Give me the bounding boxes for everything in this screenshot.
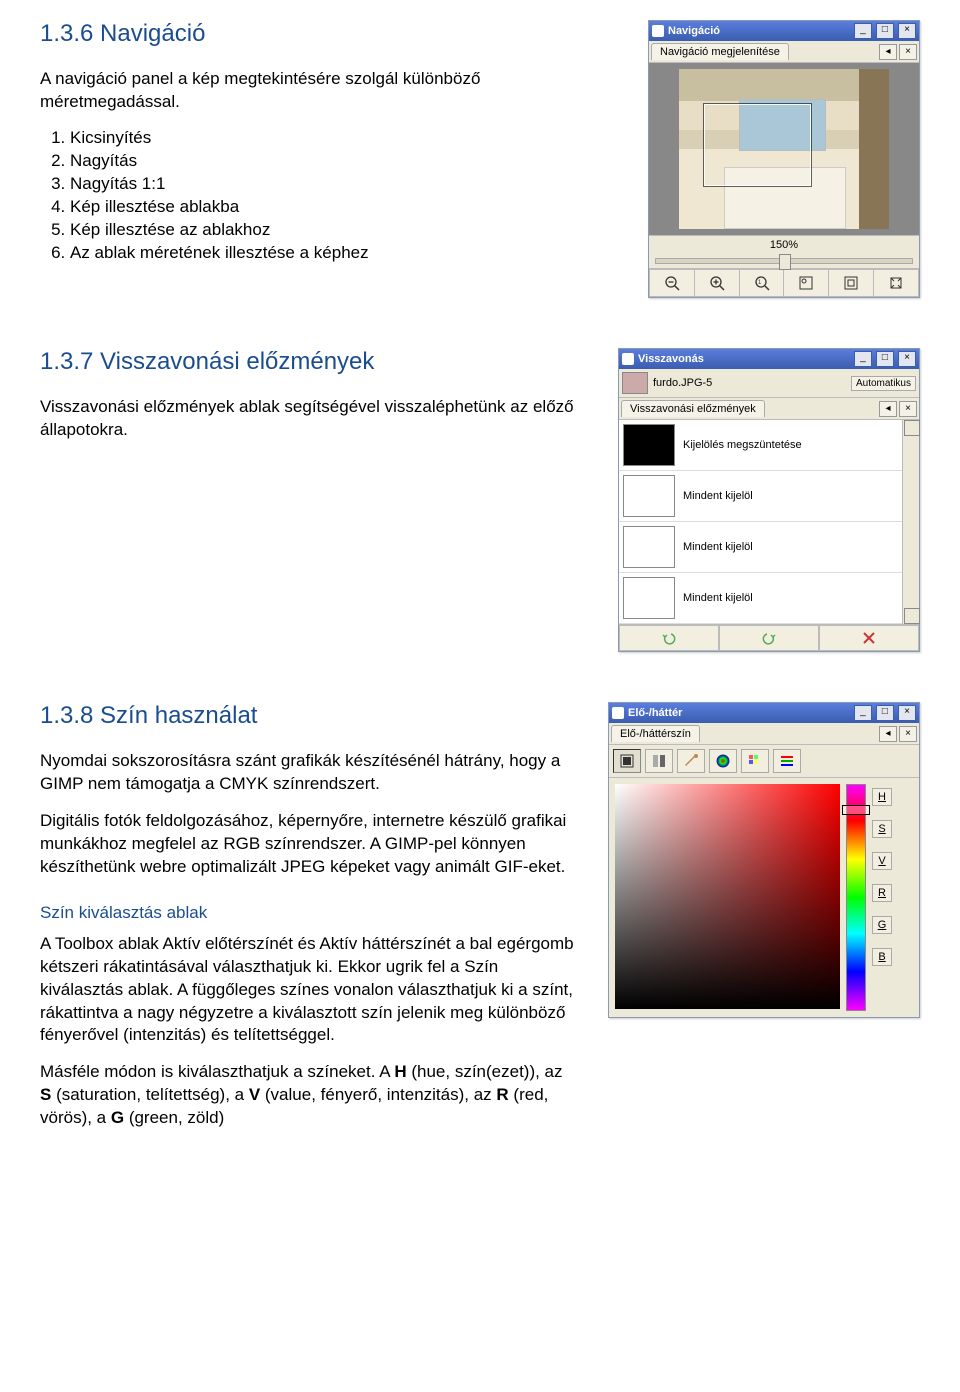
shrink-wrap-button[interactable] (874, 269, 919, 297)
delete-history-button[interactable] (819, 625, 919, 651)
history-label: Mindent kijelöl (683, 592, 753, 604)
tab-prev-icon[interactable]: ◂ (879, 44, 897, 60)
file-thumbnail (622, 372, 648, 394)
list-item: Nagyítás 1:1 (70, 174, 618, 194)
list-item: Kép illesztése az ablakhoz (70, 220, 618, 240)
heading-136: 1.3.6 Navigáció (40, 20, 618, 48)
scales-selector-icon[interactable] (773, 749, 801, 773)
hue-marker[interactable] (842, 805, 870, 815)
history-item[interactable]: Kijelölés megszüntetése (619, 420, 902, 471)
history-item[interactable]: Mindent kijelöl (619, 573, 902, 624)
history-thumb (623, 526, 675, 568)
window-title: Elő-/háttér (628, 707, 853, 719)
navigation-window: Navigáció _ □ × Navigáció megjelenítése … (648, 20, 920, 298)
channel-s-button[interactable]: S (872, 820, 892, 838)
palette-selector-icon[interactable] (741, 749, 769, 773)
list-item: Nagyítás (70, 151, 618, 171)
undo-button[interactable] (619, 625, 719, 651)
para-138-1: Nyomdai sokszorosításra szánt grafikák k… (40, 750, 578, 796)
app-icon (652, 25, 664, 37)
channel-b-button[interactable]: B (872, 948, 892, 966)
redo-button[interactable] (719, 625, 819, 651)
channel-h-button[interactable]: H (872, 788, 892, 806)
app-icon (612, 707, 624, 719)
file-name: furdo.JPG-5 (653, 377, 846, 389)
zoom-1to1-button[interactable]: 1 (740, 269, 785, 297)
tab-prev-icon[interactable]: ◂ (879, 726, 897, 742)
maximize-button[interactable]: □ (876, 351, 894, 367)
tab-undo-history[interactable]: Visszavonási előzmények (621, 400, 765, 417)
viewport-rectangle[interactable] (704, 104, 811, 186)
color-gradient-square[interactable] (615, 784, 840, 1009)
gimp-selector-icon[interactable] (613, 749, 641, 773)
minimize-button[interactable]: _ (854, 23, 872, 39)
list-136: Kicsinyítés Nagyítás Nagyítás 1:1 Kép il… (40, 128, 618, 263)
heading-137: 1.3.7 Visszavonási előzmények (40, 348, 588, 376)
hue-slider[interactable] (846, 784, 866, 1011)
fit-image-button[interactable] (784, 269, 829, 297)
zoom-slider[interactable] (655, 258, 913, 264)
history-thumb (623, 475, 675, 517)
app-icon (622, 353, 634, 365)
list-item: Kép illesztése ablakba (70, 197, 618, 217)
channel-v-button[interactable]: V (872, 852, 892, 870)
zoom-in-button[interactable] (695, 269, 740, 297)
para-138-2: Digitális fotók feldolgozásához, képerny… (40, 810, 578, 879)
window-title: Navigáció (668, 25, 853, 37)
minimize-button[interactable]: _ (854, 351, 872, 367)
auto-toggle[interactable]: Automatikus (851, 376, 916, 391)
close-button[interactable]: × (898, 351, 916, 367)
list-item: Kicsinyítés (70, 128, 618, 148)
maximize-button[interactable]: □ (876, 705, 894, 721)
zoom-level: 150% (649, 235, 919, 254)
color-window: Elő-/háttér _ □ × Elő-/háttérszín ◂ × (608, 702, 920, 1018)
fit-window-button[interactable] (829, 269, 874, 297)
history-item[interactable]: Mindent kijelöl (619, 522, 902, 573)
minimize-button[interactable]: _ (854, 705, 872, 721)
cmyk-selector-icon[interactable] (645, 749, 673, 773)
watercolor-selector-icon[interactable] (677, 749, 705, 773)
history-item[interactable]: Mindent kijelöl (619, 471, 902, 522)
subhead-color-select: Szín kiválasztás ablak (40, 903, 578, 923)
undo-history-window: Visszavonás _ □ × furdo.JPG-5 Automatiku… (618, 348, 920, 652)
heading-138: 1.3.8 Szín használat (40, 702, 578, 730)
intro-136: A navigáció panel a kép megtekintésére s… (40, 68, 618, 114)
channel-g-button[interactable]: G (872, 916, 892, 934)
zoom-out-button[interactable] (649, 269, 695, 297)
tab-prev-icon[interactable]: ◂ (879, 401, 897, 417)
history-label: Mindent kijelöl (683, 490, 753, 502)
tab-close-icon[interactable]: × (899, 44, 917, 60)
history-thumb (623, 424, 675, 466)
para-138-3: A Toolbox ablak Aktív előtérszínét és Ak… (40, 933, 578, 1048)
history-label: Kijelölés megszüntetése (683, 439, 802, 451)
history-thumb (623, 577, 675, 619)
navigation-preview-image[interactable] (679, 69, 889, 229)
slider-thumb[interactable] (779, 254, 791, 270)
para-138-4: Másféle módon is kiválaszthatjuk a színe… (40, 1061, 578, 1130)
history-label: Mindent kijelöl (683, 541, 753, 553)
list-item: Az ablak méretének illesztése a képhez (70, 243, 618, 263)
triangle-selector-icon[interactable] (709, 749, 737, 773)
intro-137: Visszavonási előzmények ablak segítségév… (40, 396, 588, 442)
tab-fg-bg-color[interactable]: Elő-/háttérszín (611, 725, 700, 742)
close-button[interactable]: × (898, 23, 916, 39)
window-title: Visszavonás (638, 353, 853, 365)
close-button[interactable]: × (898, 705, 916, 721)
maximize-button[interactable]: □ (876, 23, 894, 39)
tab-close-icon[interactable]: × (899, 401, 917, 417)
tab-close-icon[interactable]: × (899, 726, 917, 742)
svg-text:1: 1 (758, 280, 762, 286)
scrollbar[interactable] (902, 420, 919, 624)
channel-r-button[interactable]: R (872, 884, 892, 902)
tab-navigation[interactable]: Navigáció megjelenítése (651, 43, 789, 60)
